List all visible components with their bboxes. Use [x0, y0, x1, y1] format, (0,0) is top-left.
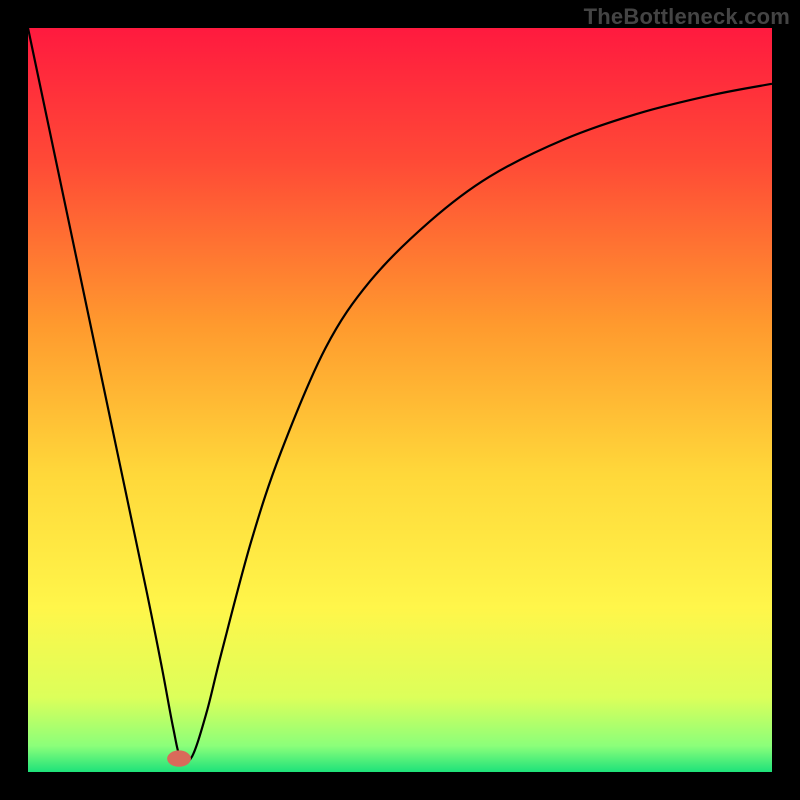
min-marker	[167, 750, 191, 766]
watermark-text: TheBottleneck.com	[584, 4, 790, 30]
chart-frame: TheBottleneck.com	[0, 0, 800, 800]
gradient-background	[28, 28, 772, 772]
chart-svg	[28, 28, 772, 772]
plot-area	[28, 28, 772, 772]
